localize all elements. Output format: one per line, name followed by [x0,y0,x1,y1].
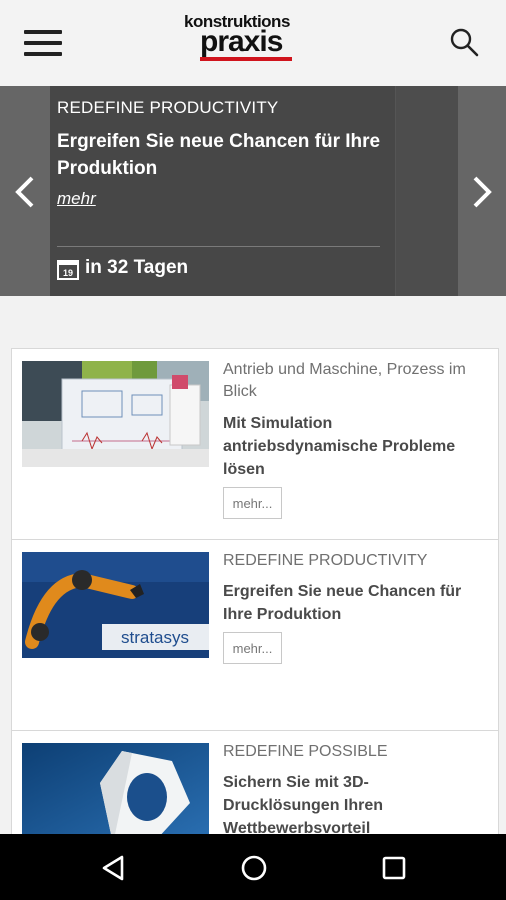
slide-divider [57,246,380,247]
search-icon[interactable] [448,26,480,58]
chevron-right-icon [473,176,492,208]
article-card[interactable]: stratasys REDEFINE PRODUCTIVITY Ergreife… [11,539,499,730]
article-title[interactable]: Sichern Sie mit 3D-Drucklösungen Ihren W… [223,771,483,840]
more-button[interactable]: mehr... [223,632,282,664]
hamburger-menu-icon[interactable] [24,30,62,56]
article-title[interactable]: Ergreifen Sie neue Chancen für Ihre Prod… [223,580,483,626]
back-icon[interactable] [98,852,130,884]
featured-carousel: REDEFINE PRODUCTIVITY Ergreifen Sie neue… [0,86,506,296]
article-thumbnail-3d-print [22,743,209,841]
app-bar: konstruktions praxis [0,0,506,86]
article-thumbnail-stratasys: stratasys [22,552,209,658]
slide-image-edge [395,86,459,296]
carousel-slide[interactable]: REDEFINE PRODUCTIVITY Ergreifen Sie neue… [50,86,459,296]
article-category: REDEFINE POSSIBLE [223,743,388,760]
calendar-icon: 19 [57,260,79,285]
logo-underline [200,57,292,61]
article-title[interactable]: Mit Simulation antriebsdynamische Proble… [223,412,483,481]
logo-line2: praxis [200,25,283,58]
more-button[interactable]: mehr... [223,487,282,519]
chevron-left-icon [15,176,34,208]
carousel-prev-button[interactable] [0,86,50,296]
article-category: Antrieb und Maschine, Prozess im Blick [223,361,466,400]
article-card[interactable]: REDEFINE POSSIBLE Sichern Sie mit 3D-Dru… [11,730,499,842]
slide-more-link[interactable]: mehr [57,189,96,209]
svg-text:stratasys: stratasys [121,628,189,647]
article-category: REDEFINE PRODUCTIVITY [223,552,428,569]
slide-kicker: REDEFINE PRODUCTIVITY [57,98,279,117]
system-navigation-bar [0,834,506,900]
slide-headline: Ergreifen Sie neue Chancen für Ihre Prod… [57,131,381,179]
home-icon[interactable] [238,852,270,884]
svg-text:19: 19 [63,268,73,278]
carousel-next-button[interactable] [458,86,506,296]
article-list: Antrieb und Maschine, Prozess im Blick M… [11,348,499,842]
event-countdown: in 32 Tagen [85,257,189,278]
article-thumbnail-simulation [22,361,209,467]
logo[interactable]: konstruktions praxis [178,12,313,64]
recent-apps-icon[interactable] [378,852,410,884]
article-card[interactable]: Antrieb und Maschine, Prozess im Blick M… [11,348,499,539]
